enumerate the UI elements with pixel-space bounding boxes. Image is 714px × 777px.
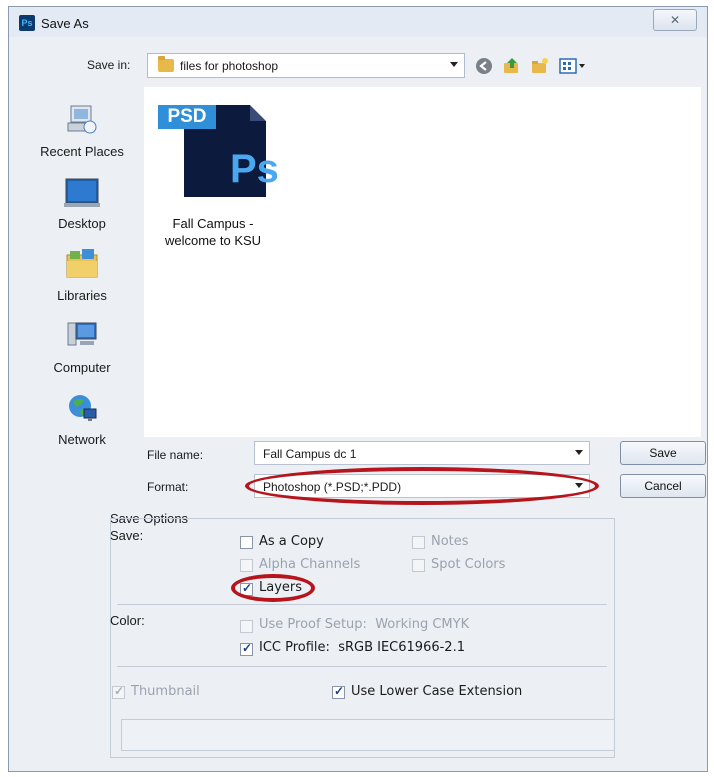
psd-file-icon: Ps PSD — [158, 99, 279, 199]
place-label: Network — [58, 432, 106, 447]
computer-icon — [67, 322, 97, 346]
divider — [117, 604, 607, 605]
up-folder-icon[interactable] — [503, 57, 521, 75]
file-list[interactable]: Ps PSD Fall Campus - welcome to KSU — [144, 87, 701, 437]
place-label: Recent Places — [40, 144, 124, 159]
highlight-oval-layers — [231, 574, 315, 602]
folder-icon — [158, 56, 174, 72]
spot-colors-checkbox[interactable] — [412, 559, 425, 572]
place-desktop[interactable]: Desktop — [27, 175, 137, 231]
use-proof-setup-label: Use Proof Setup: Working CMYK — [259, 617, 470, 632]
icc-profile-checkbox[interactable] — [240, 641, 253, 656]
close-button[interactable]: ✕ — [653, 9, 697, 31]
file-name-value: Fall Campus dc 1 — [263, 447, 357, 461]
view-menu-icon[interactable] — [559, 57, 587, 75]
lower-case-extension-checkbox[interactable] — [332, 684, 345, 699]
title-bar: Ps Save As ✕ — [9, 7, 707, 37]
save-as-dialog: Ps Save As ✕ Save in: files for photosho… — [8, 6, 708, 772]
save-in-dropdown[interactable]: files for photoshop — [147, 53, 465, 78]
place-label: Desktop — [58, 216, 106, 231]
chevron-down-icon — [575, 450, 583, 455]
file-name-input[interactable]: Fall Campus dc 1 — [254, 441, 590, 465]
place-computer[interactable]: Computer — [27, 319, 137, 375]
save-in-value: files for photoshop — [180, 59, 279, 73]
alpha-channels-checkbox[interactable] — [240, 559, 253, 572]
place-network[interactable]: Network — [27, 391, 137, 447]
file-name-label: File name: — [147, 448, 204, 462]
save-label: Save: — [110, 528, 144, 543]
place-label: Computer — [53, 360, 111, 375]
notes-checkbox[interactable] — [412, 536, 425, 549]
lower-case-extension-label: Use Lower Case Extension — [351, 684, 523, 699]
file-name-label: Fall Campus - welcome to KSU — [164, 216, 262, 248]
libraries-icon — [66, 249, 98, 278]
as-a-copy-label: As a Copy — [259, 534, 324, 549]
thumbnail-checkbox[interactable] — [112, 684, 125, 699]
divider — [117, 666, 607, 667]
format-label: Format: — [147, 480, 189, 494]
spot-colors-label: Spot Colors — [431, 557, 506, 572]
info-box — [121, 719, 615, 751]
photoshop-app-icon: Ps — [19, 15, 35, 31]
as-a-copy-checkbox[interactable] — [240, 536, 253, 549]
network-icon — [69, 395, 97, 421]
new-folder-icon[interactable] — [531, 57, 549, 75]
back-icon[interactable] — [475, 57, 493, 75]
notes-label: Notes — [431, 534, 469, 549]
dialog-title: Save As — [41, 16, 89, 31]
save-button[interactable]: Save — [620, 441, 706, 465]
cancel-button[interactable]: Cancel — [620, 474, 706, 498]
desktop-icon — [64, 178, 100, 207]
save-in-label: Save in: — [87, 58, 131, 72]
place-label: Libraries — [57, 288, 107, 303]
psd-logo: Ps — [230, 147, 279, 191]
highlight-oval-format — [245, 467, 599, 505]
psd-badge: PSD — [158, 105, 216, 129]
thumbnail-label: Thumbnail — [131, 684, 200, 699]
icc-profile-label: ICC Profile: sRGB IEC61966-2.1 — [259, 640, 465, 655]
chevron-down-icon — [450, 62, 458, 67]
recent-places-icon — [67, 105, 97, 134]
place-libraries[interactable]: Libraries — [27, 247, 137, 303]
place-recent-places[interactable]: Recent Places — [27, 103, 137, 159]
use-proof-setup-checkbox[interactable] — [240, 620, 253, 633]
color-label: Color: — [110, 613, 145, 628]
alpha-channels-label: Alpha Channels — [259, 557, 361, 572]
